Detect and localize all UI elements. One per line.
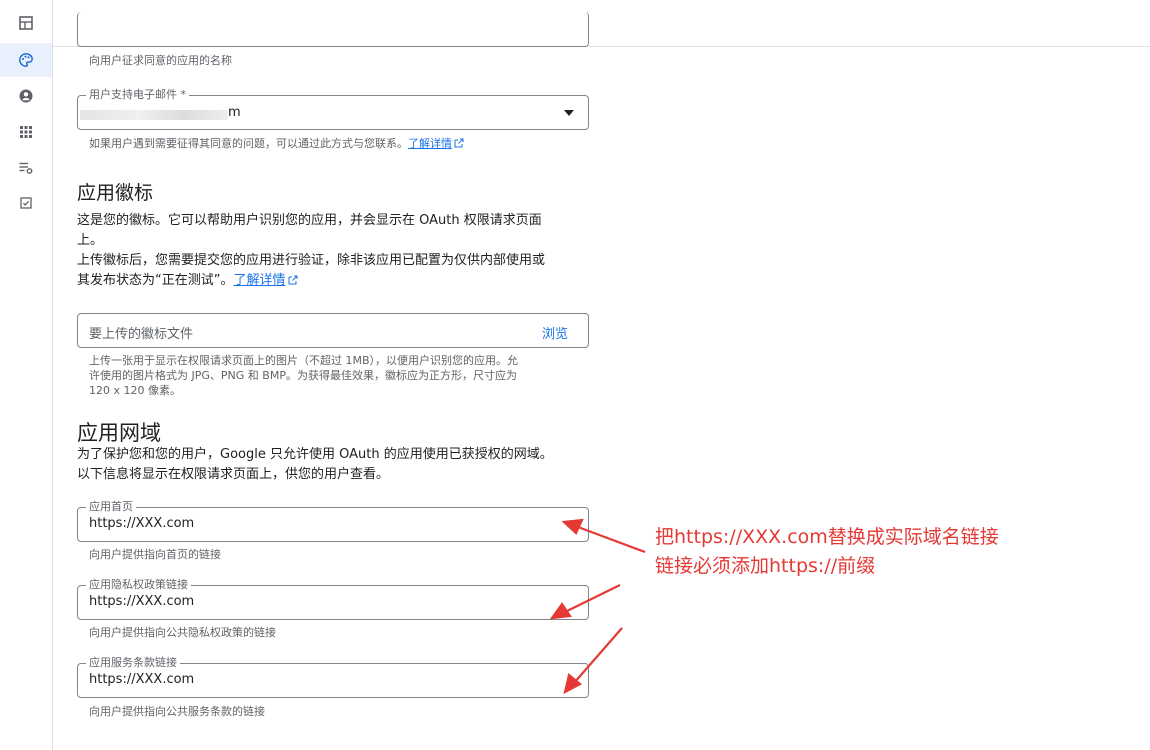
logo-helper-line-1: 上传一张用于显示在权限请求页面上的图片（不超过 1MB），以便用户识别您的应用。… [89, 354, 519, 367]
app-name-helper: 向用户征求同意的应用的名称 [89, 54, 232, 67]
annotation-line-2: 链接必须添加https://前缀 [655, 555, 876, 577]
rail-item-dashboard[interactable] [0, 6, 52, 40]
annotation-line-1: 把https://XXX.com替换成实际域名链接 [655, 526, 999, 548]
browse-button[interactable]: 浏览 [542, 323, 568, 342]
rail-item-branding[interactable] [0, 43, 52, 77]
logo-upload-helper: 上传一张用于显示在权限请求页面上的图片（不超过 1MB），以便用户识别您的应用。… [89, 353, 589, 398]
support-email-helper-text: 如果用户遇到需要征得其同意的问题，可以通过此方式与您联系。 [89, 137, 408, 150]
rail-item-audience[interactable] [0, 79, 52, 113]
rail-item-clients[interactable] [0, 115, 52, 149]
domain-description: 为了保护您和您的用户，Google 只允许使用 OAuth 的应用使用已获授权的… [77, 445, 597, 485]
privacy-policy-link-field[interactable]: 应用隐私权政策链接 [77, 578, 589, 620]
account-icon [19, 89, 33, 103]
support-email-value-suffix: m [228, 105, 241, 120]
domain-desc-line-1: 为了保护您和您的用户，Google 只允许使用 OAuth 的应用使用已获授权的… [77, 447, 553, 462]
logo-upload-field[interactable]: 要上传的徽标文件 浏览 [77, 313, 589, 348]
learn-more-label: 了解详情 [233, 273, 286, 288]
logo-helper-line-2: 许使用的图片格式为 JPG、PNG 和 BMP。为获得最佳效果，徽标应为正方形，… [89, 369, 517, 382]
dashboard-icon [19, 16, 33, 30]
homepage-link-label: 应用首页 [86, 500, 136, 514]
privacy-policy-link-label: 应用隐私权政策链接 [86, 578, 191, 592]
apps-grid-icon [20, 126, 32, 138]
support-email-label: 用户支持电子邮件 * [86, 88, 189, 102]
homepage-link-input[interactable] [89, 516, 529, 531]
logo-helper-line-3: 120 x 120 像素。 [89, 384, 181, 397]
checklist-icon [20, 197, 32, 209]
logo-section-heading: 应用徽标 [77, 182, 154, 204]
logo-desc-line-4: 其发布状态为“正在测试”。了解详情 [77, 271, 597, 291]
logo-upload-placeholder: 要上传的徽标文件 [89, 327, 194, 342]
logo-description: 这是您的徽标。它可以帮助用户识别您的应用，并会显示在 OAuth 权限请求页面 … [77, 211, 597, 291]
rail-item-data-access[interactable] [0, 151, 52, 185]
privacy-policy-link-input[interactable] [89, 594, 529, 609]
logo-desc-line-2: 上。 [77, 233, 104, 248]
open-in-new-icon [454, 138, 464, 148]
learn-more-label: 了解详情 [408, 137, 452, 150]
left-nav-rail [0, 0, 53, 750]
logo-desc-line-3: 上传徽标后，您需要提交您的应用进行验证，除非该应用已配置为仅供内部使用或 [77, 253, 546, 268]
domain-desc-line-2: 以下信息将显示在权限请求页面上，供您的用户查看。 [77, 467, 390, 482]
homepage-link-field[interactable]: 应用首页 [77, 500, 589, 542]
open-in-new-icon [288, 275, 297, 285]
list-settings-icon [19, 162, 33, 174]
support-email-helper: 如果用户遇到需要征得其同意的问题，可以通过此方式与您联系。了解详情 [89, 136, 464, 151]
logo-desc-line-4-text: 其发布状态为“正在测试”。 [77, 273, 234, 288]
dropdown-caret-icon[interactable] [564, 110, 574, 116]
terms-of-service-link-helper: 向用户提供指向公共服务条款的链接 [89, 705, 265, 718]
support-email-select[interactable]: 用户支持电子邮件 * m [77, 88, 589, 130]
terms-of-service-link-label: 应用服务条款链接 [86, 656, 180, 670]
support-email-learn-more-link[interactable]: 了解详情 [408, 137, 464, 150]
domain-section-heading: 应用网域 [77, 421, 161, 445]
rail-item-verification[interactable] [0, 186, 52, 220]
redacted-email [80, 110, 228, 120]
logo-desc-line-1: 这是您的徽标。它可以帮助用户识别您的应用，并会显示在 OAuth 权限请求页面 [77, 213, 542, 228]
app-name-field[interactable] [77, 12, 589, 47]
privacy-policy-link-helper: 向用户提供指向公共隐私权政策的链接 [89, 626, 276, 639]
palette-icon [19, 53, 33, 67]
logo-learn-more-link[interactable]: 了解详情 [233, 273, 297, 288]
terms-of-service-link-field[interactable]: 应用服务条款链接 [77, 656, 589, 698]
terms-of-service-link-input[interactable] [89, 672, 529, 687]
homepage-link-helper: 向用户提供指向首页的链接 [89, 548, 221, 561]
